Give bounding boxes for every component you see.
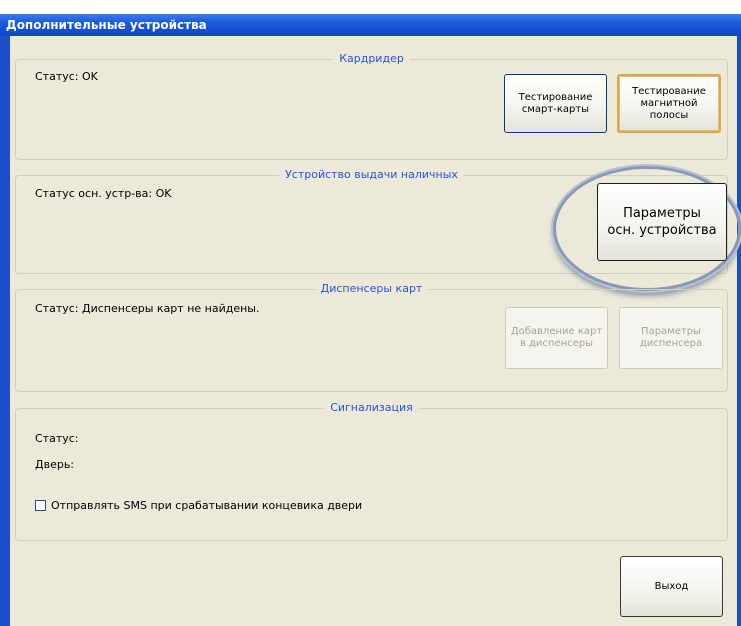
cardreader-group-title: Кардридер: [333, 52, 410, 65]
cash-device-status: Статус осн. устр-ва: OK: [35, 187, 172, 200]
card-dispensers-group-title: Диспенсеры карт: [314, 282, 429, 295]
add-cards-button[interactable]: Добавление карт в диспенсеры: [505, 307, 608, 369]
dispenser-params-button[interactable]: Параметры диспенсера: [619, 307, 723, 369]
test-smartcard-button[interactable]: Тестирование смарт-карты: [504, 74, 607, 133]
sms-checkbox[interactable]: [35, 500, 46, 511]
exit-button[interactable]: Выход: [620, 556, 723, 617]
window-title: Дополнительные устройства: [6, 18, 207, 32]
title-bar: Дополнительные устройства: [0, 14, 741, 36]
card-dispensers-status: Статус: Диспенсеры карт не найдены.: [35, 302, 260, 315]
main-device-params-button[interactable]: Параметры осн. устройства: [597, 183, 727, 261]
door-status-label: Дверь:: [35, 458, 75, 471]
cash-device-group-title: Устройство выдачи наличных: [279, 168, 464, 181]
alarm-group-title: Сигнализация: [324, 401, 419, 414]
alarm-group: Сигнализация: [15, 401, 728, 541]
alarm-status-label: Статус:: [35, 432, 79, 445]
sms-checkbox-label[interactable]: Отправлять SMS при срабатывании концевик…: [51, 499, 362, 512]
cardreader-status: Статус: OK: [35, 70, 98, 83]
test-magstripe-button[interactable]: Тестирование магнитной полосы: [617, 74, 721, 133]
